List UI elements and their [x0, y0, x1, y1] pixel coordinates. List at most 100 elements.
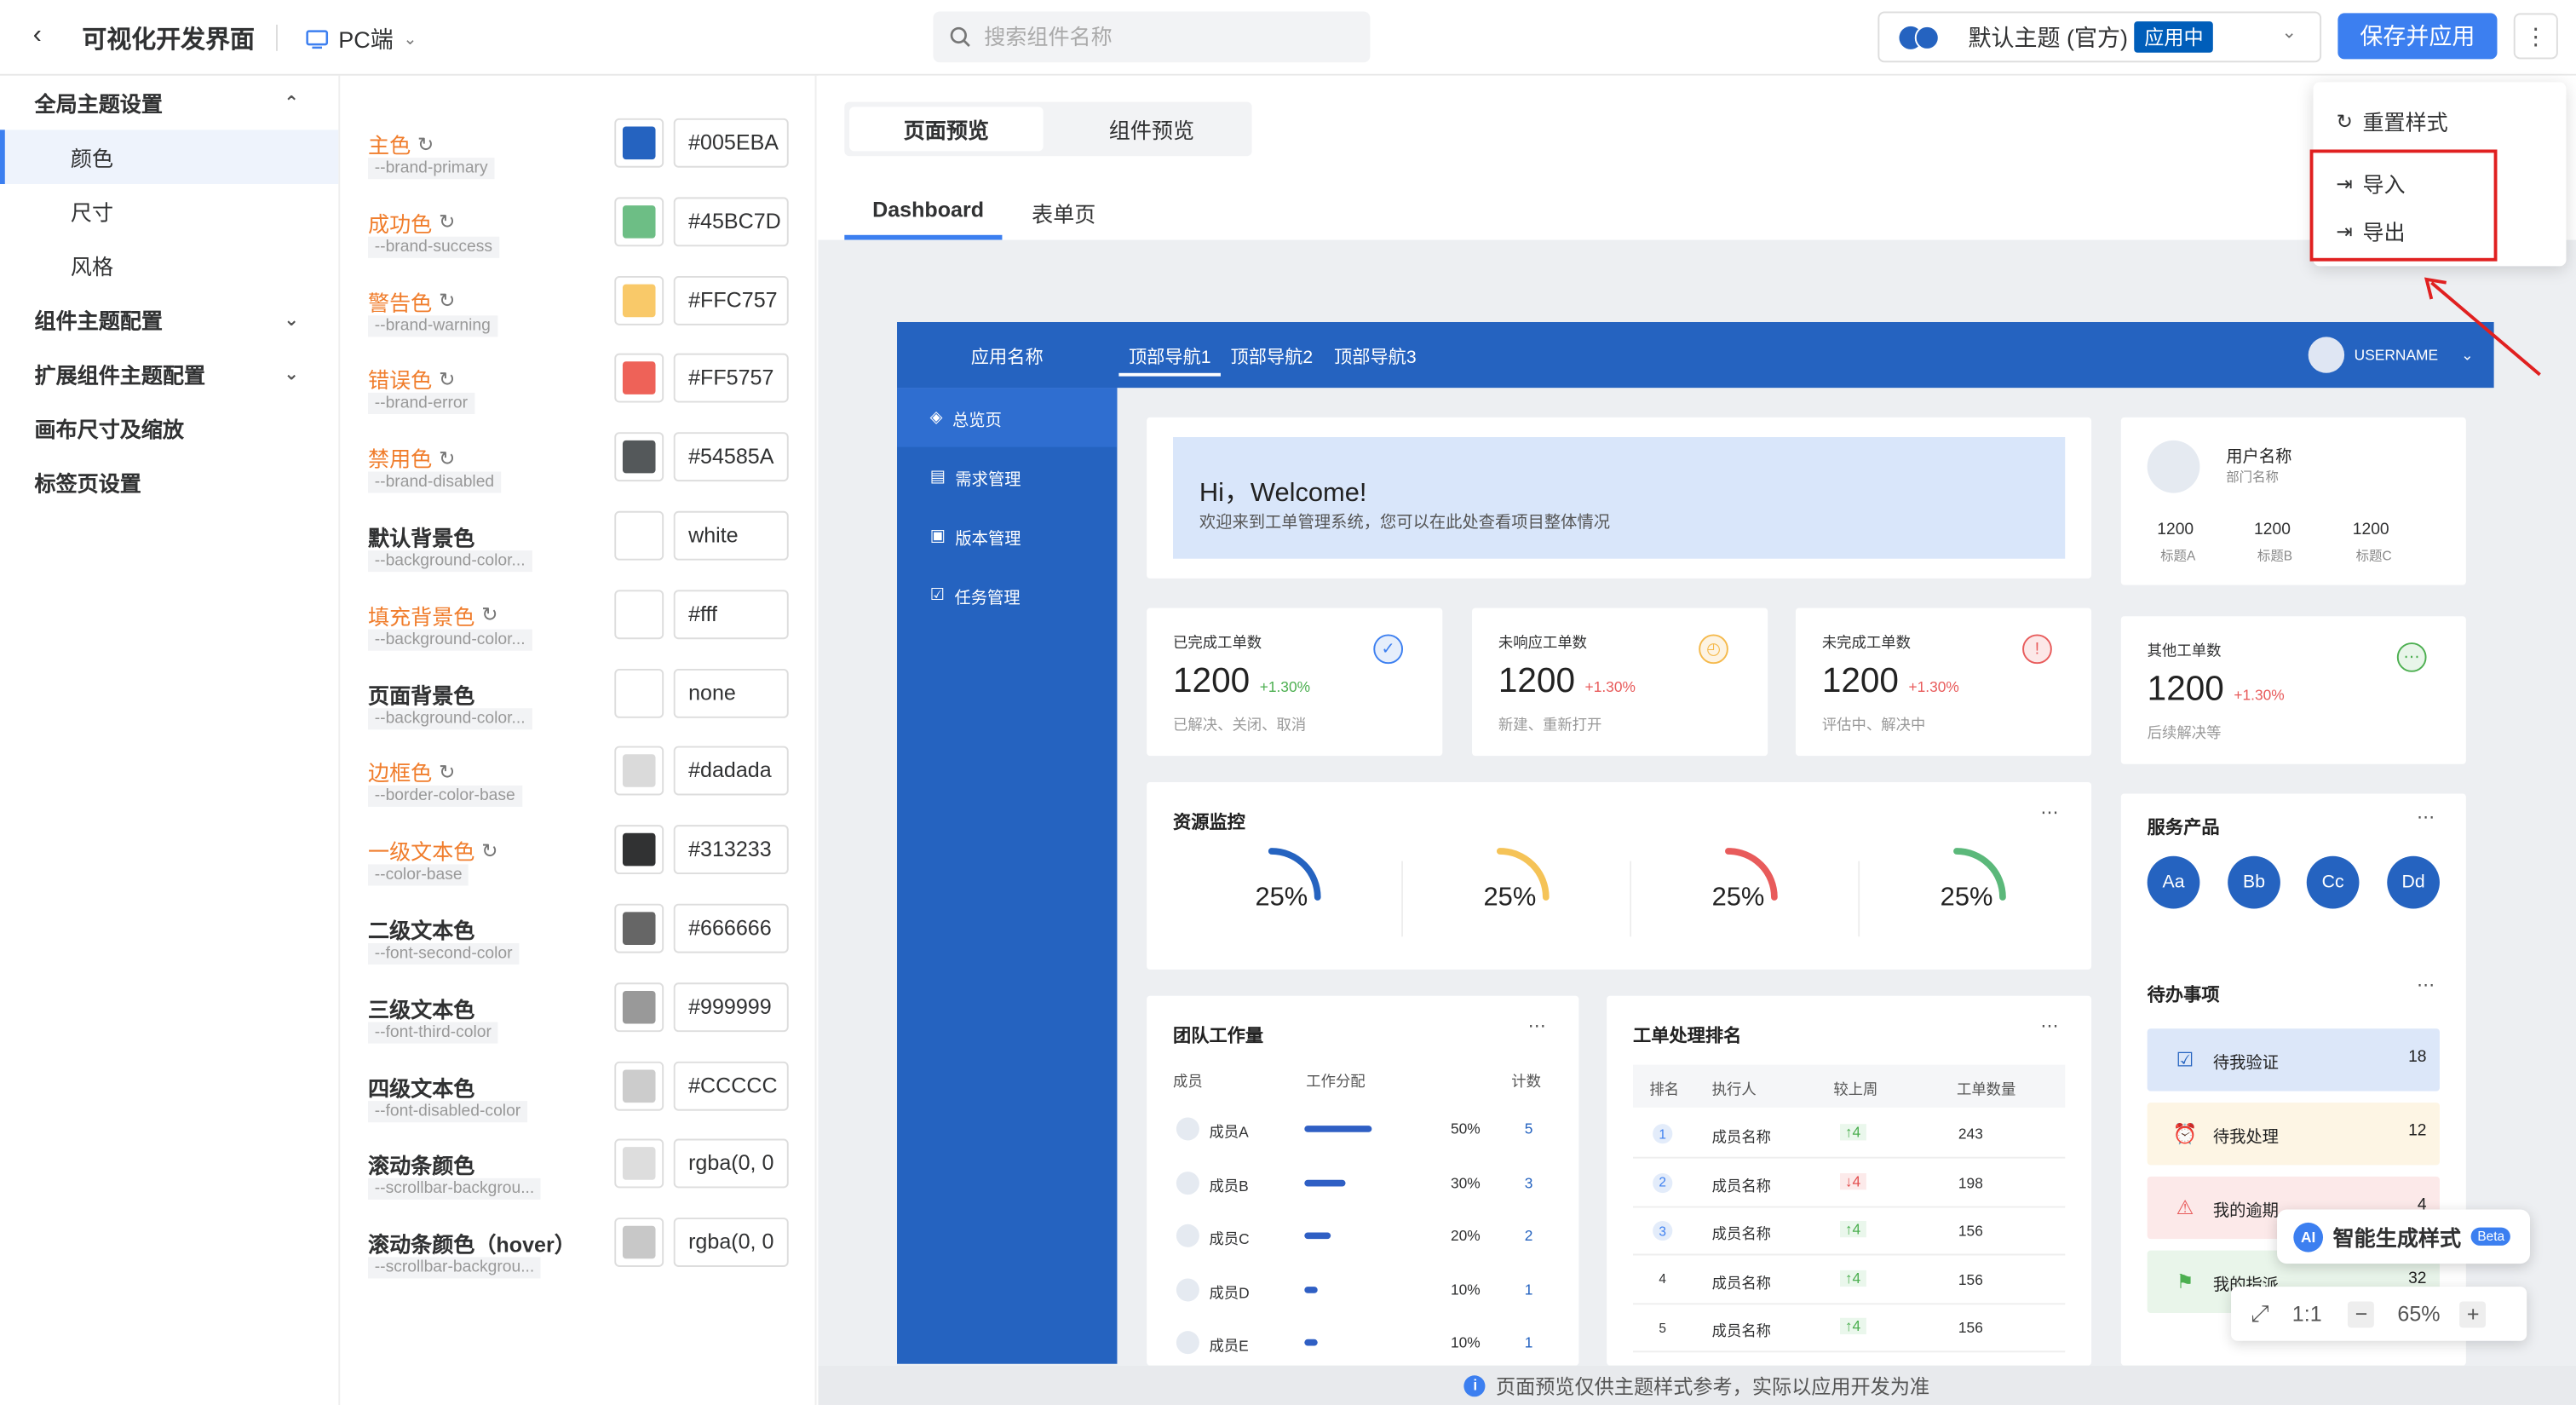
refresh-icon[interactable]: ↻	[439, 368, 455, 391]
color-value-input[interactable]: rgba(0, 0	[673, 1218, 789, 1268]
color-label: 边框色	[368, 761, 433, 786]
color-value-input[interactable]: #666666	[673, 903, 789, 953]
top-nav-1[interactable]: 顶部导航1	[1129, 343, 1211, 370]
nav-item-color[interactable]: 颜色	[0, 130, 339, 185]
theme-select[interactable]: 默认主题 (官方) 应用中 ⌄	[1877, 11, 2322, 63]
color-value-input[interactable]: none	[673, 668, 789, 718]
member-name: 成员A	[1209, 1124, 1249, 1141]
color-value-input[interactable]: #45BC7D	[673, 197, 789, 246]
color-swatch[interactable]	[614, 118, 664, 168]
color-value-input[interactable]: #CCCCC	[673, 1061, 789, 1110]
more-icon[interactable]: ⋯	[2417, 975, 2436, 996]
more-icon[interactable]: ⋯	[2040, 1016, 2060, 1037]
color-swatch[interactable]	[614, 1218, 664, 1268]
search-box[interactable]	[933, 11, 1371, 63]
profile-stat-label: 标题B	[2257, 549, 2293, 564]
color-swatch[interactable]	[614, 1139, 664, 1189]
todo-count: 32	[2408, 1270, 2427, 1289]
color-value-input[interactable]: #005EBA	[673, 118, 789, 168]
color-swatch[interactable]	[614, 825, 664, 875]
zoom-out-button[interactable]: −	[2348, 1300, 2375, 1327]
top-nav-2[interactable]: 顶部导航2	[1231, 343, 1314, 370]
refresh-icon[interactable]: ↻	[481, 603, 497, 626]
color-swatch[interactable]	[614, 197, 664, 246]
color-swatch[interactable]	[614, 982, 664, 1032]
reset-style-item[interactable]: ↻ 重置样式	[2336, 105, 2447, 136]
color-swatch[interactable]	[614, 354, 664, 404]
refresh-icon[interactable]: ↻	[439, 761, 455, 784]
nav-canvas-size[interactable]: 画布尺寸及缩放	[0, 401, 338, 456]
tab-page-preview[interactable]: 页面预览	[849, 107, 1044, 152]
trend-badge: ↑4	[1840, 1124, 1866, 1141]
color-swatch[interactable]	[614, 746, 664, 797]
color-value-input[interactable]: #54585A	[673, 432, 789, 482]
fit-screen-icon[interactable]: ⤢	[2251, 1300, 2269, 1328]
more-icon[interactable]: ⋯	[1528, 1016, 1548, 1037]
ai-generate-style-button[interactable]: AI 智能生成样式 Beta	[2277, 1209, 2531, 1264]
member-name: 成员名称	[1711, 1128, 1772, 1146]
color-swatch[interactable]	[614, 432, 664, 482]
todo-label: 我的逾期	[2212, 1201, 2279, 1220]
nav-item-style[interactable]: 风格	[0, 239, 338, 293]
nav-component-theme[interactable]: 组件主题配置 ⌄	[0, 292, 338, 347]
color-value-input[interactable]: #fff	[673, 589, 789, 639]
profile-stat-value: 1200	[2254, 521, 2291, 539]
refresh-icon[interactable]: ↻	[417, 132, 434, 155]
color-swatch[interactable]	[614, 275, 664, 325]
chevron-left-icon[interactable]: ‹	[33, 21, 42, 51]
refresh-icon[interactable]: ↻	[481, 839, 497, 862]
nav-ext-component-theme[interactable]: 扩展组件主题配置 ⌄	[0, 347, 338, 401]
color-name: 滚动条颜色（hover）	[368, 1228, 576, 1259]
gauge: 25%	[1907, 838, 2072, 937]
refresh-icon[interactable]: ↻	[439, 290, 455, 313]
more-vertical-icon[interactable]: ⋮	[2513, 13, 2558, 60]
color-value-input[interactable]: #999999	[673, 982, 789, 1032]
color-name: 禁用色 ↻	[368, 442, 455, 474]
zoom-in-button[interactable]: +	[2459, 1300, 2487, 1327]
product-avatar[interactable]: Bb	[2228, 855, 2280, 909]
color-swatch[interactable]	[614, 668, 664, 718]
side-nav-requirements[interactable]: ▤ 需求管理	[897, 447, 1117, 506]
refresh-icon[interactable]: ↻	[439, 210, 455, 233]
avatar	[2147, 440, 2200, 493]
save-apply-button[interactable]: 保存并应用	[2337, 13, 2498, 60]
nav-item-size[interactable]: 尺寸	[0, 184, 338, 239]
product-avatar[interactable]: Dd	[2387, 855, 2440, 909]
more-icon[interactable]: ⋯	[2040, 802, 2060, 823]
product-avatar[interactable]: Aa	[2147, 855, 2200, 909]
product-avatar[interactable]: Cc	[2306, 855, 2360, 909]
color-value-input[interactable]: #FF5757	[673, 354, 789, 404]
color-value-input[interactable]: #FFC757	[673, 275, 789, 325]
color-value-input[interactable]: white	[673, 510, 789, 561]
ticket-count: 243	[1958, 1126, 1983, 1143]
todo-item[interactable]: ☑ 待我验证 18	[2147, 1028, 2440, 1091]
gauge-value: 25%	[1483, 884, 1537, 913]
color-value-input[interactable]: #313233	[673, 825, 789, 875]
nav-tabs-settings[interactable]: 标签页设置	[0, 455, 338, 510]
more-icon[interactable]: ⋯	[2417, 807, 2436, 828]
stat-label: 未响应工单数	[1498, 634, 1588, 651]
color-value-input[interactable]: #dadada	[673, 746, 789, 797]
todo-item[interactable]: ⏰ 待我处理 12	[2147, 1103, 2440, 1166]
top-nav-3[interactable]: 顶部导航3	[1334, 343, 1417, 370]
side-nav-tasks[interactable]: ☑ 任务管理	[897, 565, 1117, 624]
search-input[interactable]	[984, 24, 1346, 49]
workload-bar	[1304, 1126, 1372, 1132]
tab-dashboard[interactable]: Dashboard	[872, 197, 984, 222]
color-swatch[interactable]	[614, 589, 664, 639]
side-nav-overview[interactable]: ◈ 总览页	[897, 388, 1118, 447]
nav-global-theme[interactable]: 全局主题设置 ⌃	[0, 76, 338, 130]
color-swatch[interactable]	[614, 1061, 664, 1110]
workload-percent: 30%	[1450, 1173, 1481, 1191]
tab-component-preview[interactable]: 组件预览	[1055, 107, 1249, 151]
platform-select[interactable]: PC端 ⌄	[306, 23, 417, 56]
refresh-icon[interactable]: ↻	[439, 446, 455, 469]
color-swatch[interactable]	[614, 510, 664, 561]
zoom-reset-button[interactable]: 1:1	[2292, 1301, 2322, 1326]
swatch-fill	[622, 1147, 656, 1181]
stat-label: 未完成工单数	[1821, 634, 1911, 651]
side-nav-versions[interactable]: ▣ 版本管理	[897, 506, 1117, 565]
color-swatch[interactable]	[614, 903, 664, 953]
tab-form-page[interactable]: 表单页	[1032, 197, 1095, 228]
color-value-input[interactable]: rgba(0, 0	[673, 1139, 789, 1189]
